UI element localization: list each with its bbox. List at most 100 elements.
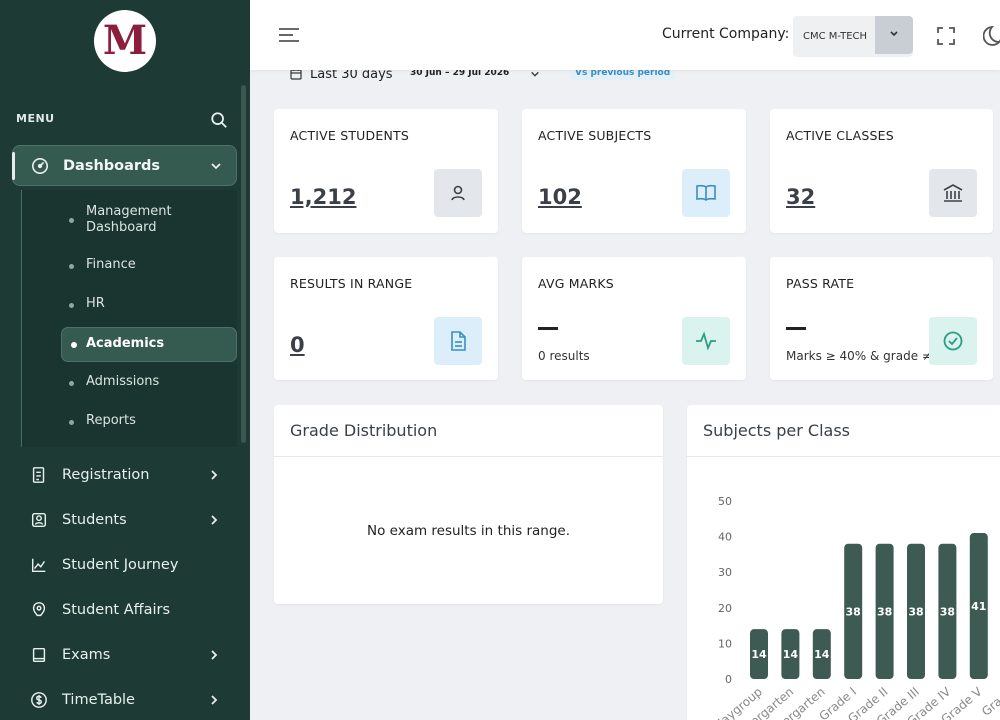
panel-divider <box>274 456 663 457</box>
y-tick-label: 10 <box>718 637 732 650</box>
bar-value-label: 38 <box>877 605 892 618</box>
card-results-in-range[interactable]: RESULTS IN RANGE 0 <box>274 257 498 380</box>
dollar-circle-icon <box>31 692 47 708</box>
sidebar-item-label: Student Affairs <box>62 602 171 618</box>
grade-distribution-panel: Grade Distribution No exam results in th… <box>274 405 663 604</box>
sidebar: M MENU Dashboards Management Dashboard F… <box>0 0 250 720</box>
logo-letter: M <box>102 17 148 64</box>
document-icon <box>32 467 45 483</box>
bullet-icon <box>69 218 74 223</box>
empty-value-dash <box>786 327 806 330</box>
chevron-right-icon <box>211 515 218 525</box>
y-tick-label: 30 <box>718 566 732 579</box>
file-text-icon <box>434 317 482 365</box>
check-circle-icon <box>929 317 977 365</box>
company-label: Current Company: <box>662 26 790 42</box>
card-value[interactable]: 32 <box>786 185 815 209</box>
sidebar-item-label: Students <box>62 512 127 528</box>
search-icon[interactable] <box>210 111 228 129</box>
sidebar-item-label: Student Journey <box>62 557 179 573</box>
sidebar-item-label: Registration <box>62 467 150 483</box>
gauge-icon <box>31 157 49 174</box>
menu-label: MENU <box>16 112 55 125</box>
card-title: ACTIVE SUBJECTS <box>538 128 652 143</box>
user-shield-icon <box>32 602 46 617</box>
chevron-right-icon <box>211 650 218 660</box>
card-avg-marks[interactable]: AVG MARKS 0 results <box>522 257 746 380</box>
subjects-bar-chart: 0102030405014Playgroup14Kindergarten14Ki… <box>710 495 1000 720</box>
sidebar-item-registration[interactable]: Registration <box>0 455 250 495</box>
card-value[interactable]: 0 <box>290 333 305 357</box>
card-title: AVG MARKS <box>538 276 614 291</box>
bullet-icon <box>69 420 74 425</box>
dashboards-submenu: Management Dashboard Finance HR Academic… <box>21 190 237 447</box>
sidebar-scrollbar[interactable] <box>241 85 246 443</box>
panel-title: Grade Distribution <box>290 421 438 440</box>
submenu-item-finance[interactable]: Finance <box>86 257 136 273</box>
bar-value-label: 14 <box>751 648 767 661</box>
sidebar-item-dashboards[interactable]: Dashboards <box>12 145 237 186</box>
bullet-icon <box>69 264 74 269</box>
bullet-icon <box>71 342 77 348</box>
company-logo[interactable]: M <box>94 10 156 72</box>
submenu-item-reports[interactable]: Reports <box>86 413 136 429</box>
card-pass-rate[interactable]: PASS RATE Marks ≥ 40% & grade ≠ F <box>770 257 993 380</box>
sidebar-item-student-journey[interactable]: Student Journey <box>0 545 250 585</box>
card-active-classes[interactable]: ACTIVE CLASSES 32 <box>770 109 993 233</box>
empty-state-text: No exam results in this range. <box>366 523 570 539</box>
y-tick-label: 50 <box>718 495 732 508</box>
sidebar-item-students[interactable]: Students <box>0 500 250 540</box>
bar-value-label: 38 <box>940 605 955 618</box>
bar-value-label: 41 <box>971 600 986 613</box>
submenu-item-management[interactable]: Management Dashboard <box>86 204 206 236</box>
subjects-per-class-panel: Subjects per Class 0 10 20 30 40 50 14 Playgrou… <box>687 405 1000 720</box>
card-active-subjects[interactable]: ACTIVE SUBJECTS 102 <box>522 109 746 233</box>
card-title: ACTIVE CLASSES <box>786 128 894 143</box>
company-select[interactable]: CMC M-TECH <box>793 16 913 57</box>
card-active-students[interactable]: ACTIVE STUDENTS 1,212 <box>274 109 498 233</box>
card-subtext: Marks ≥ 40% & grade ≠ F <box>786 349 943 363</box>
card-title: RESULTS IN RANGE <box>290 276 413 291</box>
open-book-icon <box>682 169 730 217</box>
chevron-down-icon <box>211 162 221 169</box>
chevron-right-icon <box>211 695 218 705</box>
submenu-item-academics[interactable]: Academics <box>61 327 237 362</box>
fullscreen-icon[interactable] <box>937 27 955 45</box>
sidebar-item-label: Exams <box>62 647 111 663</box>
sidebar-item-label: TimeTable <box>62 692 135 708</box>
bullet-icon <box>69 303 74 308</box>
id-card-icon <box>31 512 47 528</box>
moon-icon[interactable] <box>983 25 1000 47</box>
company-value: CMC M-TECH <box>803 31 868 42</box>
hamburger-menu-icon[interactable] <box>278 26 300 44</box>
chevron-right-icon <box>211 470 218 480</box>
user-icon <box>434 169 482 217</box>
bullet-icon <box>69 381 74 386</box>
line-chart-icon <box>31 558 46 573</box>
y-tick-label: 0 <box>725 673 732 686</box>
company-dropdown-button[interactable] <box>875 16 913 54</box>
submenu-item-label: Academics <box>86 336 165 351</box>
bar-value-label: 14 <box>783 648 799 661</box>
chevron-down-icon[interactable] <box>530 69 540 79</box>
bar-value-label: 38 <box>908 605 923 618</box>
card-title: PASS RATE <box>786 276 855 291</box>
book-icon <box>32 647 46 663</box>
x-tick-label: Grade <box>979 685 1000 719</box>
card-subtext: 0 results <box>538 349 590 363</box>
sidebar-item-exams[interactable]: Exams <box>0 635 250 675</box>
empty-value-dash <box>538 327 558 330</box>
sidebar-item-student-affairs[interactable]: Student Affairs <box>0 590 250 630</box>
y-tick-label: 20 <box>718 602 732 615</box>
y-tick-label: 40 <box>718 531 732 544</box>
card-title: ACTIVE STUDENTS <box>290 128 409 143</box>
submenu-item-hr[interactable]: HR <box>86 296 105 312</box>
topbar: Current Company: CMC M-TECH <box>250 0 1000 70</box>
bar-value-label: 14 <box>814 648 830 661</box>
card-value[interactable]: 102 <box>538 185 582 209</box>
card-value[interactable]: 1,212 <box>290 185 356 209</box>
sidebar-item-timetable[interactable]: TimeTable <box>0 680 250 720</box>
activity-icon <box>682 317 730 365</box>
sidebar-item-label: Dashboards <box>63 157 161 174</box>
submenu-item-admissions[interactable]: Admissions <box>86 374 159 390</box>
